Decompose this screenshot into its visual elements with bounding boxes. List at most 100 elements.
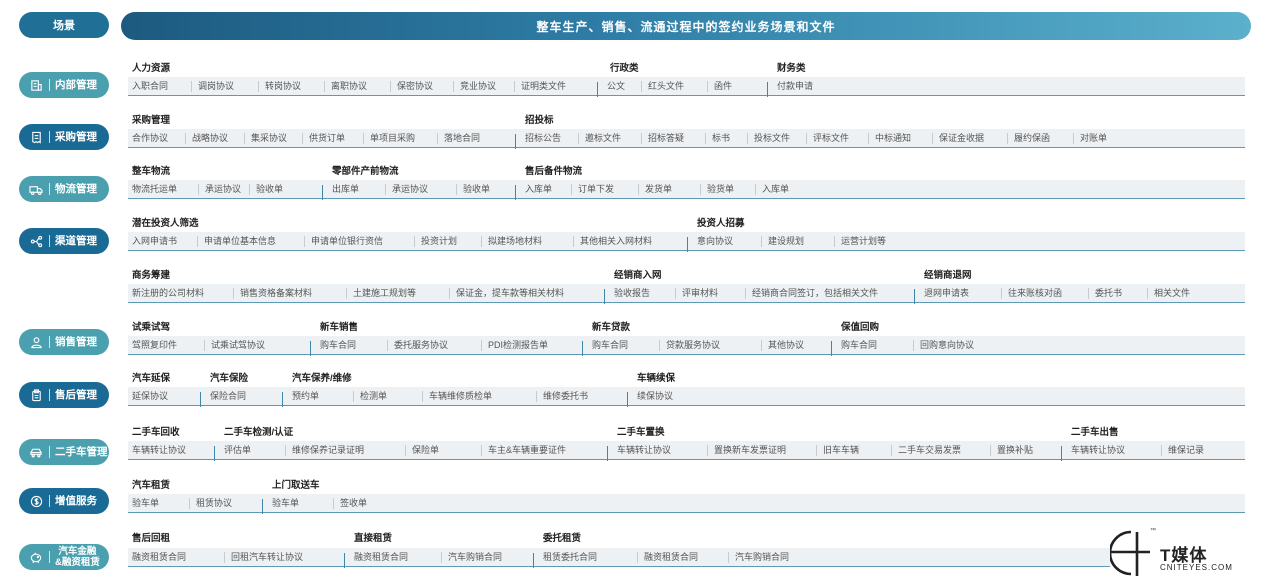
document-item: 招标答疑 (648, 133, 685, 143)
group-title: 售后回租 (132, 533, 171, 544)
group-boundary (344, 553, 345, 568)
document-item: 竞业协议 (460, 81, 497, 91)
person-icon (29, 335, 43, 349)
document-item: 维修委托书 (543, 391, 589, 401)
pill-divider (49, 183, 50, 195)
document-item: 离职协议 (331, 81, 368, 91)
group-title: 潜在投资人筛选 (132, 218, 199, 229)
document-item: 试乘试驾协议 (211, 340, 266, 350)
document-item: 单项目采购 (370, 133, 416, 143)
group-title: 车辆续保 (637, 373, 676, 384)
item-separator (387, 340, 388, 351)
document-item: 旧车车辆 (823, 445, 860, 455)
document-item: 发货单 (645, 184, 673, 194)
group-title: 直接租赁 (354, 533, 393, 544)
diagram-title: 整车生产、销售、流通过程中的签约业务场景和文件 (121, 12, 1251, 40)
item-separator (834, 236, 835, 247)
document-item: 购车合同 (320, 340, 357, 350)
group-boundary (687, 237, 688, 252)
item-separator (405, 445, 406, 456)
document-item: 汽车购销合同 (735, 552, 790, 562)
group-boundary (831, 341, 832, 356)
item-separator (353, 391, 354, 402)
document-item: 评标文件 (813, 133, 850, 143)
document-item: 标书 (712, 133, 731, 143)
category-pill-3: 渠道管理 (19, 228, 109, 254)
document-item: 评估单 (224, 445, 252, 455)
item-separator (1147, 288, 1148, 299)
group-title: 汽车延保 (132, 373, 171, 384)
category-label: 内部管理 (55, 78, 97, 91)
group-title: 新车贷款 (592, 322, 631, 333)
item-separator (185, 133, 186, 144)
document-item: 中标通知 (875, 133, 912, 143)
item-separator (1088, 288, 1089, 299)
item-separator (707, 445, 708, 456)
item-separator (913, 340, 914, 351)
document-item: 转岗协议 (265, 81, 302, 91)
document-item: 汽车购销合同 (448, 552, 503, 562)
document-item: 红头文件 (648, 81, 685, 91)
truck-icon (29, 182, 43, 196)
item-separator (761, 340, 762, 351)
item-separator (449, 288, 450, 299)
document-item: 其他协议 (768, 340, 805, 350)
item-separator (244, 133, 245, 144)
item-separator (745, 288, 746, 299)
item-separator (728, 552, 729, 563)
group-boundary (310, 341, 311, 356)
document-item: 往来账核对函 (1008, 288, 1063, 298)
item-separator (249, 184, 250, 195)
category-pill-1: 采购管理 (19, 124, 109, 150)
item-separator (761, 236, 762, 247)
group-title: 汽车保险 (210, 373, 249, 384)
group-boundary (604, 289, 605, 304)
group-title: 财务类 (777, 63, 806, 74)
document-item: 运营计划等 (841, 236, 887, 246)
document-item: 合作协议 (132, 133, 169, 143)
category-pill-8: 增值服务 (19, 488, 109, 514)
item-separator (233, 288, 234, 299)
document-item: 履约保函 (1014, 133, 1051, 143)
document-item: 经销商合同签订，包括相关文件 (752, 288, 879, 298)
item-separator (481, 445, 482, 456)
document-item: 验车单 (272, 498, 300, 508)
item-separator (638, 184, 639, 195)
item-separator (422, 391, 423, 402)
document-item: 落地合同 (444, 133, 481, 143)
document-item: 建设规划 (768, 236, 805, 246)
item-separator (1161, 445, 1162, 456)
document-item: 公文 (607, 81, 626, 91)
document-item: 延保协议 (132, 391, 169, 401)
coin-icon (29, 494, 43, 508)
category-label: 采购管理 (55, 130, 97, 143)
pill-divider (49, 389, 50, 401)
group-title: 二手车检测/认证 (224, 427, 294, 438)
document-item: 车辆维修质检单 (429, 391, 493, 401)
category-pill-6: 售后管理 (19, 382, 109, 408)
document-item: 签收单 (340, 498, 368, 508)
item-separator (1073, 133, 1074, 144)
document-item: 入网申请书 (132, 236, 178, 246)
document-item: 评审材料 (682, 288, 719, 298)
document-item: 相关文件 (1154, 288, 1191, 298)
item-separator (659, 340, 660, 351)
group-boundary (533, 553, 534, 568)
item-separator (385, 184, 386, 195)
item-separator (258, 81, 259, 92)
document-item: 验收报告 (614, 288, 651, 298)
document-item: 保密协议 (397, 81, 434, 91)
group-title: 上门取送车 (272, 480, 320, 491)
document-item: 车辆转让协议 (132, 445, 187, 455)
document-item: PDI检测报告单 (488, 340, 549, 350)
document-item: 保证金收据 (939, 133, 985, 143)
document-item: 招标公告 (525, 133, 562, 143)
item-separator (453, 81, 454, 92)
document-item: 土建施工规划等 (353, 288, 417, 298)
document-item: 车辆转让协议 (617, 445, 672, 455)
document-item: 意向协议 (697, 236, 734, 246)
item-separator (641, 81, 642, 92)
document-item: 驾照复印件 (132, 340, 178, 350)
document-item: 销售资格备案材料 (240, 288, 313, 298)
group-title: 人力资源 (132, 63, 171, 74)
